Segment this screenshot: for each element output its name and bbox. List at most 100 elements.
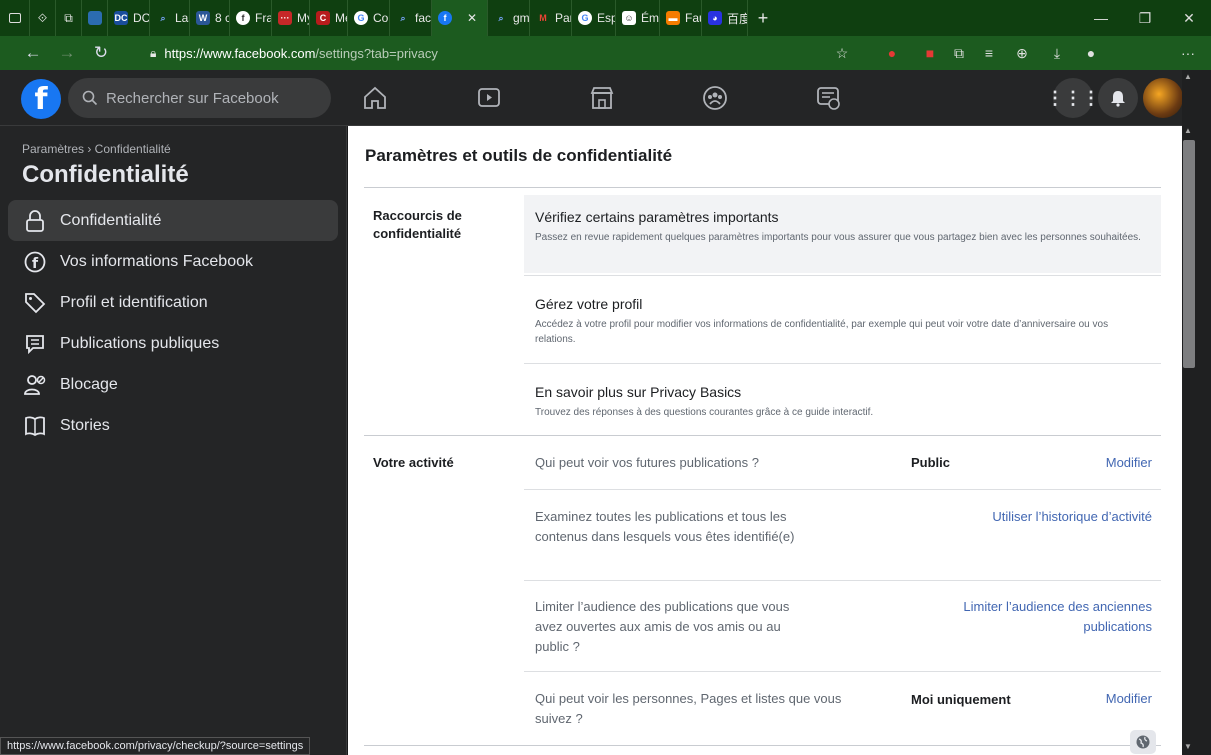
card-title: Vérifiez certains paramètres importants	[535, 209, 779, 225]
refresh-button[interactable]: ↻	[84, 36, 118, 70]
sidebar-item-profil[interactable]: Profil et identification	[8, 282, 338, 323]
sidebar-item-publications[interactable]: Publications publiques	[8, 323, 338, 364]
divider	[524, 363, 1161, 364]
browser-tab[interactable]: W 8 co	[190, 0, 230, 36]
edit-link[interactable]: Modifier	[988, 689, 1152, 709]
globe-icon[interactable]	[1130, 730, 1156, 754]
workspace-icon: ⟐	[37, 10, 48, 25]
gaming-icon[interactable]	[810, 80, 846, 116]
lock-icon: 🔒︎	[150, 45, 157, 60]
tab-title: DC.c	[133, 11, 150, 25]
tag-icon	[24, 292, 46, 314]
edit-link[interactable]: Modifier	[988, 453, 1152, 473]
sidebar-item-stories[interactable]: Stories	[8, 405, 338, 446]
url-field[interactable]: 🔒︎ https://www.facebook.com/settings?tab…	[150, 40, 438, 66]
groups-icon[interactable]	[697, 80, 733, 116]
extension-dots-icon[interactable]: ■	[918, 43, 942, 63]
maximize-button[interactable]: ❐	[1123, 0, 1167, 36]
add-favorite-icon[interactable]: ☆	[830, 43, 854, 63]
search-icon: ⌕	[400, 12, 406, 23]
scroll-up-icon[interactable]: ▲	[1184, 72, 1192, 81]
shortcut-card-check-settings[interactable]: Vérifiez certains paramètres importants …	[524, 195, 1161, 273]
forward-button[interactable]: →	[50, 36, 84, 70]
page-title: Confidentialité	[22, 161, 189, 188]
tab-title: face	[415, 11, 432, 25]
collections-icon[interactable]: ⊕	[1010, 43, 1034, 63]
watch-icon[interactable]	[471, 80, 507, 116]
tab-actions-icon	[8, 13, 21, 23]
block-user-icon	[24, 374, 46, 396]
close-tab-icon[interactable]: ✕	[467, 11, 477, 25]
browser-tab[interactable]: G Espa	[572, 0, 616, 36]
browser-tab[interactable]: C Mei	[310, 0, 348, 36]
fr-icon: f	[236, 11, 250, 25]
scroll-up-icon[interactable]: ▲	[1184, 126, 1192, 135]
profile-icon[interactable]: ●	[1079, 43, 1103, 63]
sidebar-item-vos-informations[interactable]: f Vos informations Facebook	[8, 241, 338, 282]
browser-tab[interactable]: f Fran	[230, 0, 272, 36]
facebook-icon: f	[438, 11, 452, 25]
settings-sidebar: Paramètres › Confidentialité Confidentia…	[0, 126, 347, 755]
new-tab-button[interactable]: +	[748, 0, 778, 36]
pinned-tab-blue[interactable]	[82, 0, 108, 36]
activity-log-link[interactable]: Utiliser l’historique d’activité	[948, 507, 1152, 527]
close-window-button[interactable]: ✕	[1167, 0, 1211, 36]
search-icon: ⌕	[498, 12, 504, 23]
extensions-icon[interactable]: ⧉	[947, 43, 971, 63]
shortcut-card-manage-profile[interactable]: Gérez votre profil Accédez à votre profi…	[524, 282, 1161, 362]
gmail-icon: M	[539, 13, 547, 23]
setting-question: Examinez toutes les publications et tous…	[535, 509, 795, 544]
active-browser-tab[interactable]: f ✕	[432, 0, 488, 36]
marketplace-icon[interactable]	[584, 80, 620, 116]
url-path: /settings?tab=privacy	[315, 45, 438, 61]
more-options-icon[interactable]: ···	[1176, 43, 1200, 63]
tab-title: Last	[175, 11, 189, 25]
browser-tab[interactable]: ☺ Émo	[616, 0, 660, 36]
card-title: Gérez votre profil	[535, 296, 643, 312]
scrollbar-thumb[interactable]	[1183, 140, 1195, 368]
shortcut-card-privacy-basics[interactable]: En savoir plus sur Privacy Basics Trouve…	[524, 370, 1161, 430]
sidebar-item-label: Publications publiques	[60, 334, 220, 352]
menu-button[interactable]: ⋮⋮⋮	[1046, 78, 1100, 118]
notifications-button[interactable]	[1098, 78, 1138, 118]
favorites-icon[interactable]: ≡	[977, 43, 1001, 63]
tab-strip: ⟐ ⧉ DCDC.c ⌕Last W8 co fFran ···My CMei …	[0, 0, 1211, 36]
tab-actions-button[interactable]	[0, 0, 30, 36]
facebook-logo-icon[interactable]: f	[21, 79, 61, 119]
card-description: Accédez à votre profil pour modifier vos…	[535, 319, 1109, 345]
browser-tab[interactable]: ⌕ gma	[488, 0, 530, 36]
sidebar-item-label: Confidentialité	[60, 211, 162, 229]
card-description: Passez en revue rapidement quelques para…	[535, 232, 1141, 243]
scroll-down-icon[interactable]: ▼	[1184, 742, 1192, 751]
downloads-icon[interactable]: ⤓	[1045, 43, 1069, 63]
browser-tab[interactable]: M Para	[530, 0, 572, 36]
c-icon: C	[316, 11, 330, 25]
minimize-button[interactable]: —	[1079, 0, 1123, 36]
browser-tab[interactable]: DC DC.c	[108, 0, 150, 36]
baidu-icon: ◕	[708, 11, 722, 25]
sidebar-item-blocage[interactable]: Blocage	[8, 364, 338, 405]
grid-icon: ⋮⋮⋮	[1046, 87, 1100, 108]
browser-tab[interactable]: ⌕ face	[390, 0, 432, 36]
pinned-tab[interactable]: ⧉	[56, 0, 82, 36]
workspace-button[interactable]: ⟐	[30, 0, 56, 36]
browser-tab[interactable]: ··· My	[272, 0, 310, 36]
browser-tab[interactable]: ⌕ Last	[150, 0, 190, 36]
limit-audience-link[interactable]: Limiter l’audience des anciennes publica…	[958, 597, 1152, 637]
home-icon[interactable]	[357, 80, 393, 116]
card-title: En savoir plus sur Privacy Basics	[535, 384, 742, 400]
sidebar-item-label: Blocage	[60, 375, 118, 393]
svg-text:f: f	[32, 256, 39, 272]
breadcrumb[interactable]: Paramètres › Confidentialité	[22, 142, 171, 156]
browser-tab[interactable]: G Con	[348, 0, 390, 36]
bookmark-icon: ▬	[666, 11, 680, 25]
sidebar-item-confidentialite[interactable]: Confidentialité	[8, 200, 338, 241]
dots-icon: ···	[278, 11, 292, 25]
browser-tab[interactable]: ▬ Faut	[660, 0, 702, 36]
back-button[interactable]: ←	[16, 36, 50, 70]
adblock-icon[interactable]: ●	[880, 43, 904, 63]
avatar[interactable]	[1143, 78, 1183, 118]
search-input[interactable]: Rechercher sur Facebook	[68, 78, 331, 118]
search-icon: ⌕	[160, 12, 166, 23]
browser-tab[interactable]: ◕ 百度	[702, 0, 748, 36]
